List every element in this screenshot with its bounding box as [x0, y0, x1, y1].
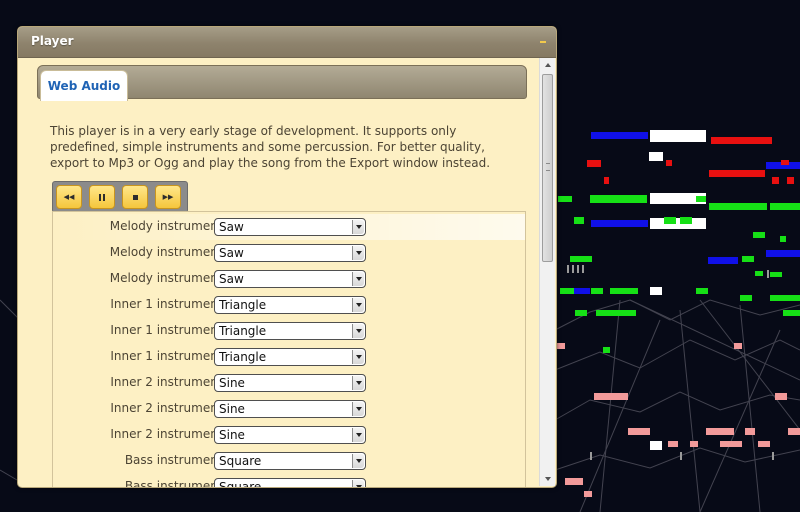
fast-forward-button[interactable]: ▶▶	[155, 185, 181, 209]
select-value: Square	[219, 480, 262, 488]
dropdown-button[interactable]	[352, 350, 364, 364]
panel-title: Player	[31, 34, 74, 48]
player-description: This player is in a very early stage of …	[50, 124, 491, 170]
scrollbar-thumb[interactable]	[542, 74, 553, 262]
chevron-down-icon	[355, 303, 362, 307]
instrument-select[interactable]: Square	[214, 452, 366, 470]
instrument-select[interactable]: Saw	[214, 218, 366, 236]
rewind-icon: ◀◀	[63, 193, 75, 201]
instrument-row: Melody instrument 1 Saw	[53, 214, 525, 240]
instrument-select[interactable]: Saw	[214, 244, 366, 262]
dropdown-button[interactable]	[352, 402, 364, 416]
player-panel: Player Web Audio This player is in a ver…	[17, 26, 557, 488]
select-value: Square	[219, 454, 262, 468]
stop-button[interactable]	[122, 185, 148, 209]
chevron-down-icon	[544, 477, 551, 481]
chevron-down-icon	[355, 433, 362, 437]
dropdown-button[interactable]	[352, 324, 364, 338]
transport-controls: ◀◀ ▶▶	[52, 181, 188, 213]
instrument-row: Melody instrument 2 Saw	[53, 240, 525, 266]
dropdown-button[interactable]	[352, 480, 364, 487]
panel-header: Player	[18, 27, 556, 58]
select-value: Saw	[219, 220, 244, 234]
instrument-row: Inner 2 instrument 2 Sine	[53, 396, 525, 422]
select-value: Triangle	[219, 324, 267, 338]
select-value: Sine	[219, 402, 245, 416]
chevron-down-icon	[355, 355, 362, 359]
tab-bar: Web Audio	[37, 65, 527, 101]
instrument-select[interactable]: Square	[214, 478, 366, 488]
chevron-down-icon	[355, 225, 362, 229]
instrument-select[interactable]: Triangle	[214, 322, 366, 340]
dropdown-button[interactable]	[352, 428, 364, 442]
instrument-select[interactable]: Triangle	[214, 348, 366, 366]
instrument-row: Inner 2 instrument 1 Sine	[53, 370, 525, 396]
note-bars	[557, 130, 800, 497]
chevron-down-icon	[355, 329, 362, 333]
select-value: Triangle	[219, 298, 267, 312]
dropdown-button[interactable]	[352, 246, 364, 260]
dropdown-button[interactable]	[352, 220, 364, 234]
dropdown-button[interactable]	[352, 454, 364, 468]
instrument-row: Bass instrument 2 Square	[53, 474, 525, 488]
scroll-up-button[interactable]	[540, 58, 555, 72]
chevron-down-icon	[355, 485, 362, 487]
collapse-icon[interactable]	[540, 41, 546, 43]
rewind-button[interactable]: ◀◀	[56, 185, 82, 209]
fast-forward-icon: ▶▶	[162, 193, 174, 201]
instrument-row: Inner 1 instrument 2 Triangle	[53, 318, 525, 344]
select-value: Sine	[219, 376, 245, 390]
stop-icon	[132, 194, 138, 200]
chevron-down-icon	[355, 277, 362, 281]
pause-icon	[99, 193, 105, 201]
instrument-select[interactable]: Triangle	[214, 296, 366, 314]
instrument-select[interactable]: Saw	[214, 270, 366, 288]
instrument-row: Inner 1 instrument 1 Triangle	[53, 292, 525, 318]
instrument-row: Melody instrument 3 Saw	[53, 266, 525, 292]
instrument-select[interactable]: Sine	[214, 426, 366, 444]
chevron-down-icon	[355, 459, 362, 463]
vertical-scrollbar[interactable]	[539, 58, 555, 486]
instrument-select[interactable]: Sine	[214, 400, 366, 418]
chevron-down-icon	[355, 381, 362, 385]
tab-web-audio[interactable]: Web Audio	[40, 70, 128, 101]
instrument-list: Melody instrument 1 Saw Melody instrumen…	[52, 211, 526, 488]
instrument-row: Inner 2 instrument 3 Sine	[53, 422, 525, 448]
pause-button[interactable]	[89, 185, 115, 209]
instrument-row: Inner 1 instrument 3 Triangle	[53, 344, 525, 370]
dropdown-button[interactable]	[352, 298, 364, 312]
select-value: Triangle	[219, 350, 267, 364]
dropdown-button[interactable]	[352, 376, 364, 390]
select-value: Sine	[219, 428, 245, 442]
select-value: Saw	[219, 246, 244, 260]
chevron-down-icon	[355, 407, 362, 411]
instrument-select[interactable]: Sine	[214, 374, 366, 392]
grip-icon	[546, 163, 550, 171]
instrument-row: Bass instrument 1 Square	[53, 448, 525, 474]
chevron-up-icon	[544, 63, 551, 67]
chevron-down-icon	[355, 251, 362, 255]
select-value: Saw	[219, 272, 244, 286]
dropdown-button[interactable]	[352, 272, 364, 286]
scroll-down-button[interactable]	[540, 472, 555, 486]
